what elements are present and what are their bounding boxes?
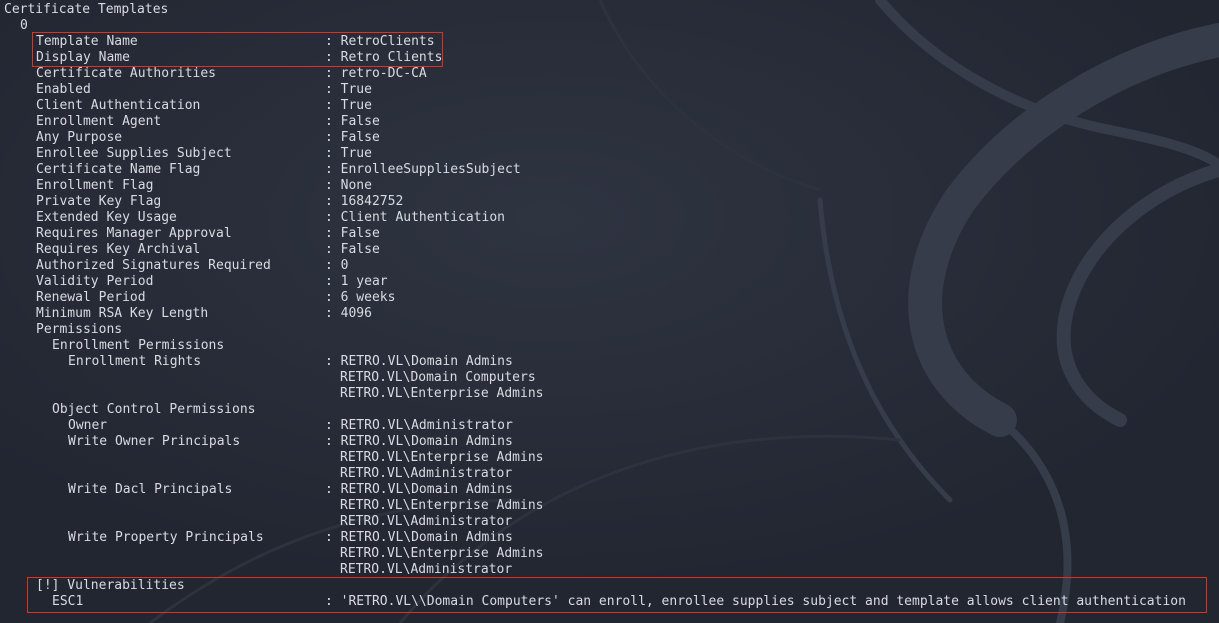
field-label: Any Purpose <box>36 130 123 145</box>
field-label: Certificate Name Flag <box>36 162 201 177</box>
write-dacl-value: RETRO.VL\Enterprise Admins <box>340 498 544 513</box>
write-owner-value: RETRO.VL\Administrator <box>340 466 513 481</box>
write-property-value: : RETRO.VL\Domain Admins <box>325 530 513 545</box>
field-value: : 6 weeks <box>325 290 396 305</box>
write-property-value: RETRO.VL\Administrator <box>340 562 513 577</box>
field-label: Certificate Authorities <box>36 66 217 81</box>
field-label: Authorized Signatures Required <box>36 258 271 273</box>
write-owner-value: : RETRO.VL\Domain Admins <box>325 434 513 449</box>
field-value: : 0 <box>325 258 349 273</box>
field-label: Client Authentication <box>36 98 201 113</box>
vulnerability-highlight-box <box>27 577 1207 613</box>
field-value: : 16842752 <box>325 194 404 209</box>
section-title: Certificate Templates <box>4 2 169 17</box>
terminal-output: Certificate Templates 0 Template Name : … <box>0 0 1219 623</box>
enrollment-permissions-heading: Enrollment Permissions <box>52 338 225 353</box>
write-property-label: Write Property Principals <box>68 530 264 545</box>
field-value: : Client Authentication <box>325 210 506 225</box>
write-dacl-label: Write Dacl Principals <box>68 482 233 497</box>
template-index: 0 <box>20 18 28 33</box>
enrollment-rights-value: RETRO.VL\Domain Computers <box>340 370 536 385</box>
enrollment-rights-value: : RETRO.VL\Domain Admins <box>325 354 513 369</box>
field-value: : True <box>325 146 372 161</box>
write-owner-value: RETRO.VL\Enterprise Admins <box>340 450 544 465</box>
field-label: Minimum RSA Key Length <box>36 306 209 321</box>
field-label: Enrollment Agent <box>36 114 162 129</box>
field-label: Requires Manager Approval <box>36 226 232 241</box>
owner-label: Owner <box>68 418 108 433</box>
enrollment-rights-value: RETRO.VL\Enterprise Admins <box>340 386 544 401</box>
field-label: Private Key Flag <box>36 194 162 209</box>
field-value: : False <box>325 114 380 129</box>
permissions-heading: Permissions <box>36 322 123 337</box>
field-value: : False <box>325 226 380 241</box>
field-value: : False <box>325 130 380 145</box>
field-value: : True <box>325 98 372 113</box>
object-control-heading: Object Control Permissions <box>52 402 256 417</box>
field-value: : None <box>325 178 372 193</box>
field-label: Enabled <box>36 82 91 97</box>
field-value: : False <box>325 242 380 257</box>
field-value: : EnrolleeSuppliesSubject <box>325 162 521 177</box>
write-dacl-value: RETRO.VL\Administrator <box>340 514 513 529</box>
field-label: Validity Period <box>36 274 154 289</box>
field-value: : 1 year <box>325 274 388 289</box>
field-value: : 4096 <box>325 306 372 321</box>
field-value: : True <box>325 82 372 97</box>
field-value: : retro-DC-CA <box>325 66 427 81</box>
write-property-value: RETRO.VL\Enterprise Admins <box>340 546 544 561</box>
field-label: Renewal Period <box>36 290 146 305</box>
write-owner-label: Write Owner Principals <box>68 434 241 449</box>
field-label: Extended Key Usage <box>36 210 177 225</box>
enrollment-rights-label: Enrollment Rights <box>68 354 202 369</box>
write-dacl-value: : RETRO.VL\Domain Admins <box>325 482 513 497</box>
field-label: Enrollment Flag <box>36 178 154 193</box>
field-label: Requires Key Archival <box>36 242 201 257</box>
field-label: Enrollee Supplies Subject <box>36 146 232 161</box>
template-name-highlight-box <box>32 32 443 67</box>
owner-value: : RETRO.VL\Administrator <box>325 418 513 433</box>
